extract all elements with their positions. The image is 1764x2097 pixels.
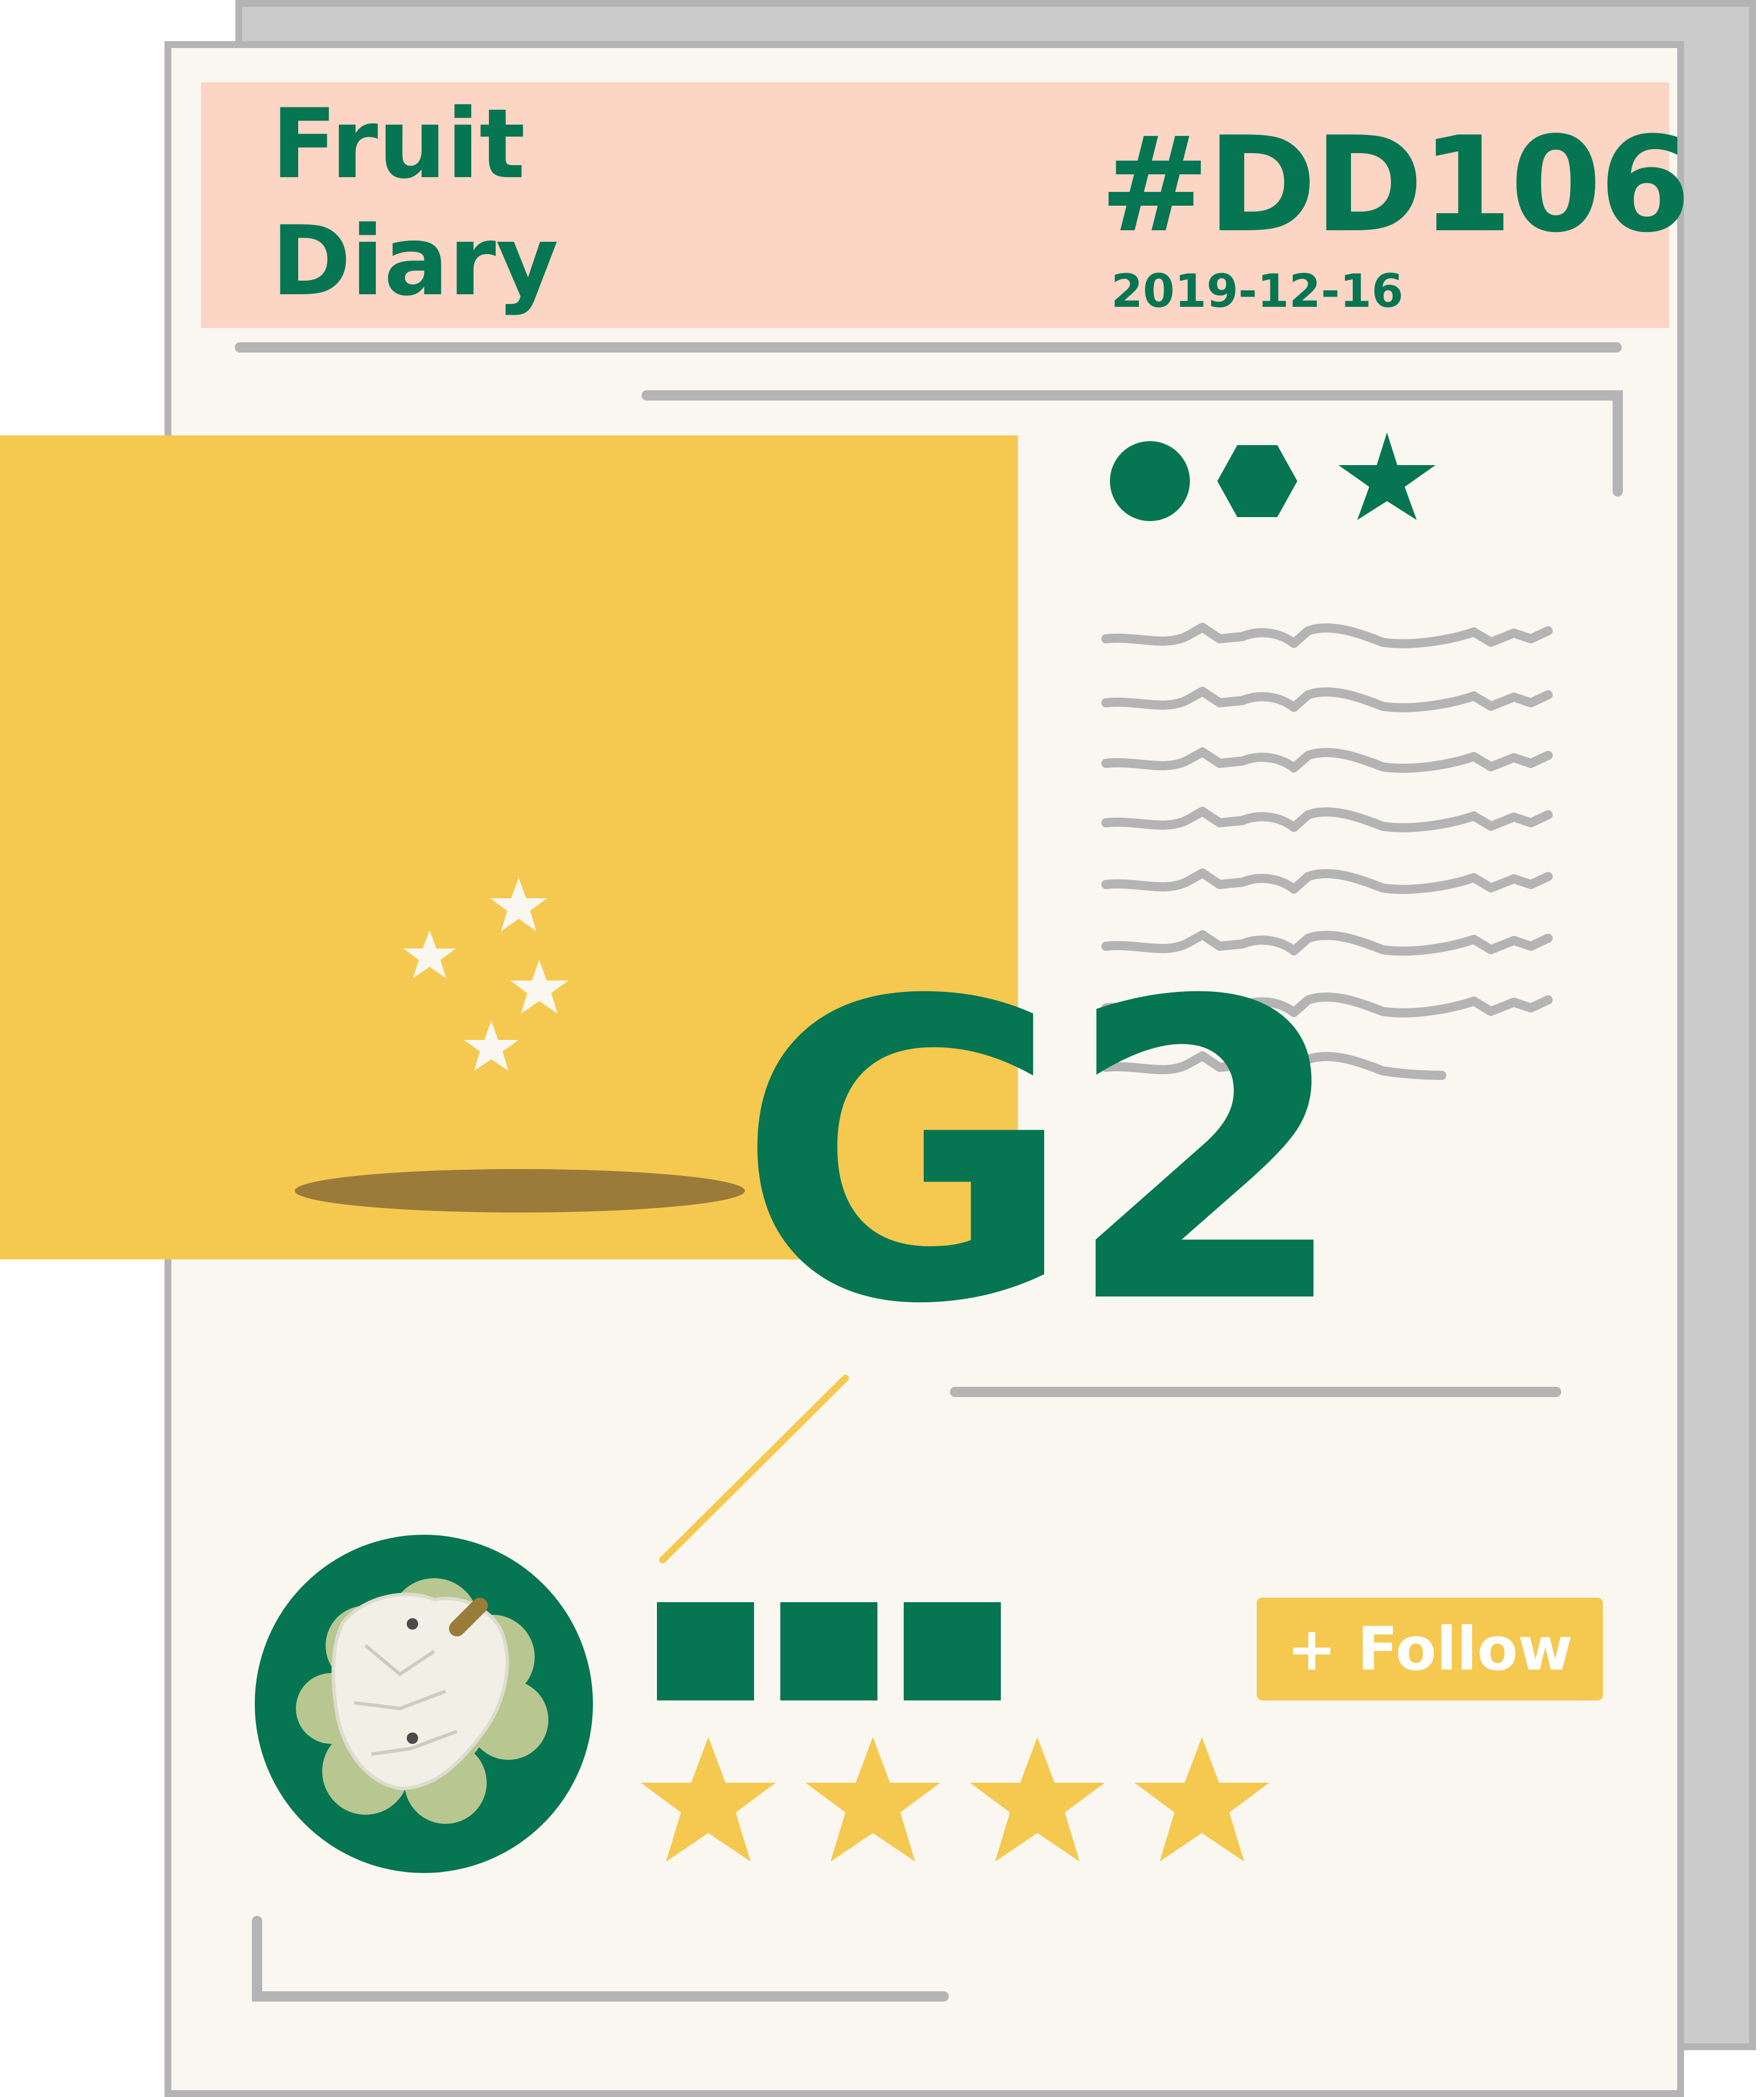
profile-art [255, 1535, 1269, 1873]
follow-button[interactable]: + Follow [1257, 1598, 1603, 1700]
custard-apple-icon [255, 1535, 593, 1873]
star-rating-icon [641, 1737, 1269, 1862]
block-placeholders [657, 1602, 1001, 1700]
